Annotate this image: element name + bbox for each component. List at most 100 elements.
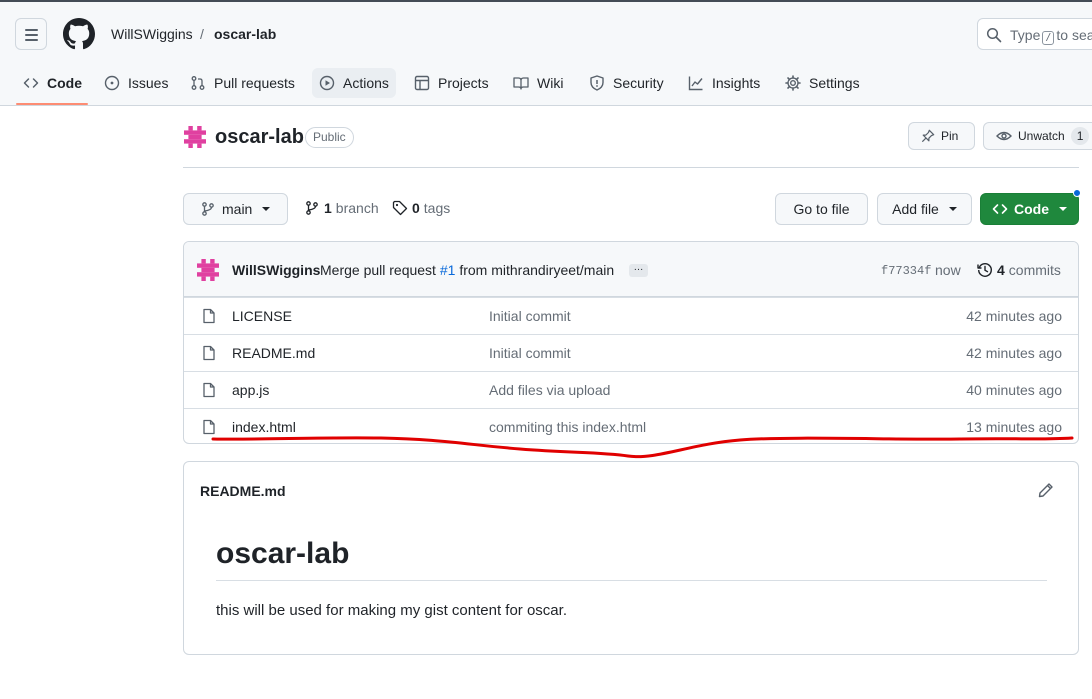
file-commit-message[interactable]: Initial commit: [489, 345, 571, 361]
commit-message-suffix: from mithrandiryeet/main: [459, 262, 615, 278]
visibility-badge: Public: [305, 127, 354, 148]
title-divider: [183, 167, 1079, 168]
file-age: 13 minutes ago: [966, 419, 1062, 435]
branch-icon: [306, 201, 318, 215]
search-icon: [986, 27, 1002, 43]
repo-title[interactable]: oscar-lab: [215, 126, 304, 149]
tab-label: Code: [47, 75, 82, 91]
pin-label: Pin: [941, 129, 959, 143]
eye-icon: [996, 131, 1012, 141]
table-row[interactable]: index.html commiting this index.html 13 …: [184, 408, 1078, 443]
search-prefix: Type: [1010, 27, 1041, 43]
tab-insights[interactable]: Insights: [681, 68, 767, 98]
play-icon: [319, 75, 335, 91]
tab-actions[interactable]: Actions: [312, 68, 396, 98]
tab-pull-requests[interactable]: Pull requests: [183, 68, 302, 98]
tab-label: Settings: [809, 75, 860, 91]
pin-icon: [921, 129, 935, 143]
tab-label: Issues: [128, 75, 169, 91]
file-age: 40 minutes ago: [966, 382, 1062, 398]
tab-issues[interactable]: Issues: [97, 68, 175, 98]
file-name[interactable]: index.html: [232, 419, 296, 435]
pr-link[interactable]: #1: [440, 262, 456, 278]
readme-filename[interactable]: README.md: [200, 483, 286, 499]
github-logo-icon[interactable]: [63, 18, 95, 50]
file-commit-message[interactable]: Add files via upload: [489, 382, 610, 398]
commit-time: now: [935, 262, 961, 278]
table-row[interactable]: README.md Initial commit 42 minutes ago: [184, 334, 1078, 371]
avatar[interactable]: [197, 259, 219, 281]
code-dropdown-button[interactable]: Code: [980, 193, 1079, 225]
pencil-icon[interactable]: [1038, 482, 1054, 498]
table-icon: [414, 75, 430, 91]
search-suffix: to sea: [1056, 27, 1092, 43]
branches-link[interactable]: 1 branch: [304, 200, 379, 216]
history-icon: [977, 263, 992, 277]
commit-author[interactable]: WillSWiggins: [232, 262, 320, 278]
branch-icon: [202, 202, 214, 216]
commit-message[interactable]: Merge pull request #1 from mithrandiryee…: [320, 262, 614, 278]
tag-icon: [392, 200, 408, 216]
tab-settings[interactable]: Settings: [778, 68, 867, 98]
file-commit-message[interactable]: Initial commit: [489, 308, 571, 324]
file-name[interactable]: app.js: [232, 382, 269, 398]
book-icon: [513, 77, 529, 90]
table-row[interactable]: LICENSE Initial commit 42 minutes ago: [184, 297, 1078, 334]
commit-history-link[interactable]: 4 commits: [977, 262, 1061, 278]
chevron-down-icon: [1059, 207, 1067, 211]
code-button-label: Code: [1014, 201, 1049, 217]
notification-dot: [1073, 189, 1081, 197]
tab-label: Insights: [712, 75, 761, 91]
file-icon: [203, 382, 215, 398]
branch-name: main: [222, 201, 253, 217]
breadcrumb-separator: /: [200, 26, 204, 42]
header-top-border: [0, 0, 1092, 2]
watch-count: 1: [1070, 127, 1090, 145]
file-list: WillSWiggins Merge pull request #1 from …: [183, 241, 1079, 444]
tab-projects[interactable]: Projects: [407, 68, 496, 98]
menu-icon-line: [25, 39, 38, 41]
unwatch-button[interactable]: Unwatch 1: [983, 122, 1092, 150]
breadcrumb-owner[interactable]: WillSWiggins: [111, 26, 193, 42]
pull-request-icon: [191, 76, 205, 90]
branch-count: 1: [324, 200, 332, 216]
pin-button[interactable]: Pin: [908, 122, 975, 150]
branch-selector[interactable]: main: [183, 193, 288, 225]
latest-commit-bar: WillSWiggins Merge pull request #1 from …: [184, 242, 1078, 297]
file-commit-message[interactable]: commiting this index.html: [489, 419, 646, 435]
tab-label: Security: [613, 75, 664, 91]
repo-identicon: [184, 126, 206, 148]
go-to-file-label: Go to file: [793, 201, 850, 217]
search-placeholder: Type / to sea: [1010, 27, 1092, 45]
breadcrumb-repo[interactable]: oscar-lab: [214, 26, 276, 42]
menu-icon-line: [25, 34, 38, 36]
commit-sha[interactable]: f77334f: [881, 264, 931, 278]
file-name[interactable]: README.md: [232, 345, 315, 361]
readme-heading: oscar-lab: [216, 537, 350, 570]
go-to-file-button[interactable]: Go to file: [775, 193, 868, 225]
file-icon: [203, 345, 215, 361]
readme-body: this will be used for making my gist con…: [216, 602, 567, 619]
tab-wiki[interactable]: Wiki: [506, 68, 570, 98]
expand-message-button[interactable]: …: [629, 263, 648, 277]
menu-button[interactable]: [15, 18, 47, 50]
unwatch-label: Unwatch: [1018, 129, 1065, 143]
branch-count-label: branch: [335, 200, 379, 216]
commit-count-label: commits: [1008, 262, 1061, 278]
tags-link[interactable]: 0 tags: [392, 200, 450, 216]
search-shortcut-key: /: [1042, 31, 1055, 45]
add-file-button[interactable]: Add file: [877, 193, 972, 225]
tag-count: 0: [412, 200, 420, 216]
table-row[interactable]: app.js Add files via upload 40 minutes a…: [184, 371, 1078, 408]
add-file-label: Add file: [892, 201, 939, 217]
chevron-down-icon: [262, 207, 271, 211]
file-name[interactable]: LICENSE: [232, 308, 292, 324]
tab-security[interactable]: Security: [582, 68, 671, 98]
readme-panel: README.md oscar-lab this will be used fo…: [183, 461, 1079, 655]
tab-label: Actions: [343, 75, 389, 91]
tab-code[interactable]: Code: [16, 68, 89, 98]
tag-count-label: tags: [423, 200, 451, 216]
readme-heading-divider: [216, 580, 1047, 581]
search-input[interactable]: Type / to sea: [977, 18, 1092, 50]
file-icon: [203, 308, 215, 324]
